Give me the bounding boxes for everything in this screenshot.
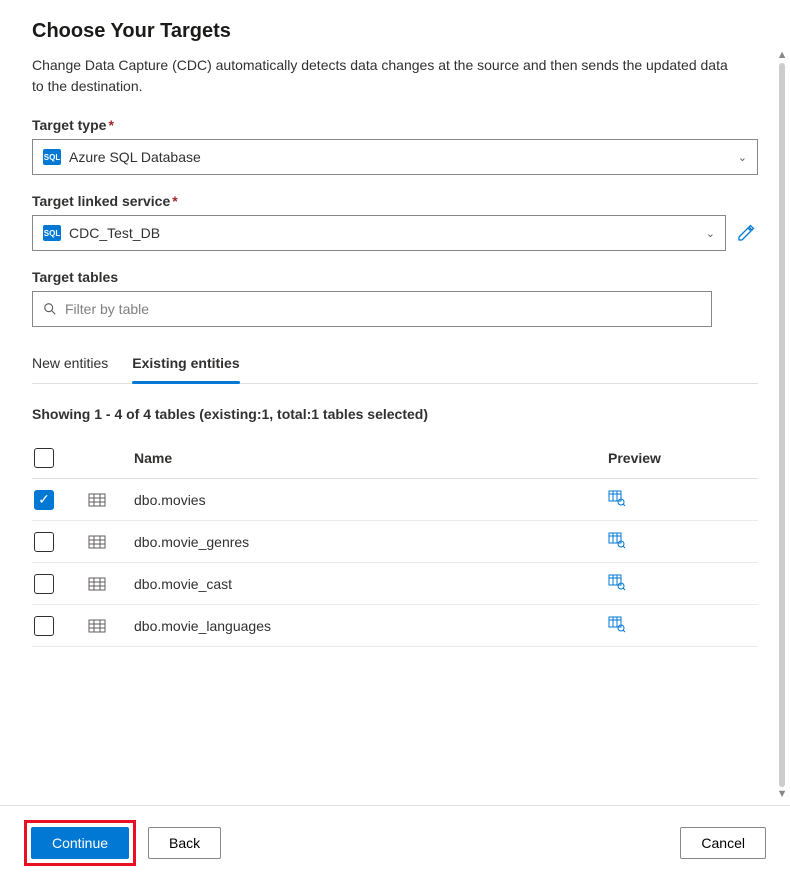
table-row: ✓ dbo.movies (32, 479, 758, 521)
row-name: dbo.movie_languages (134, 618, 608, 634)
table-row: dbo.movie_genres (32, 521, 758, 563)
filter-box[interactable] (32, 291, 712, 327)
cancel-button[interactable]: Cancel (680, 827, 766, 859)
table-icon (88, 491, 106, 509)
target-tables-label: Target tables (32, 269, 758, 285)
edit-icon[interactable] (734, 221, 758, 245)
required-asterisk: * (108, 117, 113, 133)
entity-tabs: New entities Existing entities (32, 345, 758, 384)
target-tables-field: Target tables (32, 269, 758, 327)
row-name: dbo.movie_genres (134, 534, 608, 550)
row-checkbox[interactable] (34, 616, 54, 636)
table-icon (88, 617, 106, 635)
tab-existing-entities[interactable]: Existing entities (132, 345, 239, 383)
back-button[interactable]: Back (148, 827, 221, 859)
search-icon (43, 302, 57, 316)
target-type-label: Target type* (32, 117, 758, 133)
tables-list: Name Preview ✓ dbo.movies dbo.movie_genr… (32, 438, 758, 647)
continue-button[interactable]: Continue (31, 827, 129, 859)
chevron-down-icon: ⌄ (738, 151, 747, 164)
column-preview: Preview (608, 450, 758, 466)
row-checkbox[interactable] (34, 574, 54, 594)
scroll-thumb[interactable] (779, 63, 785, 787)
filter-input[interactable] (65, 301, 701, 317)
target-type-value: Azure SQL Database (69, 149, 738, 165)
select-all-checkbox[interactable] (34, 448, 54, 468)
preview-icon[interactable] (608, 615, 626, 633)
page-description: Change Data Capture (CDC) automatically … (32, 55, 732, 97)
target-type-field: Target type* SQL Azure SQL Database ⌄ (32, 117, 758, 175)
preview-icon[interactable] (608, 489, 626, 507)
target-type-select[interactable]: SQL Azure SQL Database ⌄ (32, 139, 758, 175)
tab-new-entities[interactable]: New entities (32, 345, 108, 383)
sql-icon: SQL (43, 225, 61, 241)
linked-service-select[interactable]: SQL CDC_Test_DB ⌄ (32, 215, 726, 251)
table-row: dbo.movie_cast (32, 563, 758, 605)
continue-highlight: Continue (24, 820, 136, 866)
chevron-down-icon: ⌄ (706, 227, 715, 240)
column-name: Name (134, 450, 608, 466)
footer: Continue Back Cancel (0, 805, 790, 880)
linked-service-field: Target linked service* SQL CDC_Test_DB ⌄ (32, 193, 758, 251)
table-icon (88, 575, 106, 593)
row-name: dbo.movie_cast (134, 576, 608, 592)
row-checkbox[interactable] (34, 532, 54, 552)
linked-service-label: Target linked service* (32, 193, 758, 209)
page-content: Choose Your Targets Change Data Capture … (0, 0, 790, 800)
scroll-up-icon[interactable]: ▲ (777, 50, 788, 61)
scroll-down-icon[interactable]: ▼ (777, 789, 788, 800)
linked-service-value: CDC_Test_DB (69, 225, 706, 241)
preview-icon[interactable] (608, 531, 626, 549)
scrollbar[interactable]: ▲ ▼ (778, 50, 786, 800)
row-name: dbo.movies (134, 492, 608, 508)
page-title: Choose Your Targets (32, 20, 758, 43)
preview-icon[interactable] (608, 573, 626, 591)
table-row: dbo.movie_languages (32, 605, 758, 647)
row-checkbox[interactable]: ✓ (34, 490, 54, 510)
required-asterisk: * (172, 193, 177, 209)
table-summary: Showing 1 - 4 of 4 tables (existing:1, t… (32, 406, 758, 422)
table-icon (88, 533, 106, 551)
table-header: Name Preview (32, 438, 758, 479)
sql-icon: SQL (43, 149, 61, 165)
